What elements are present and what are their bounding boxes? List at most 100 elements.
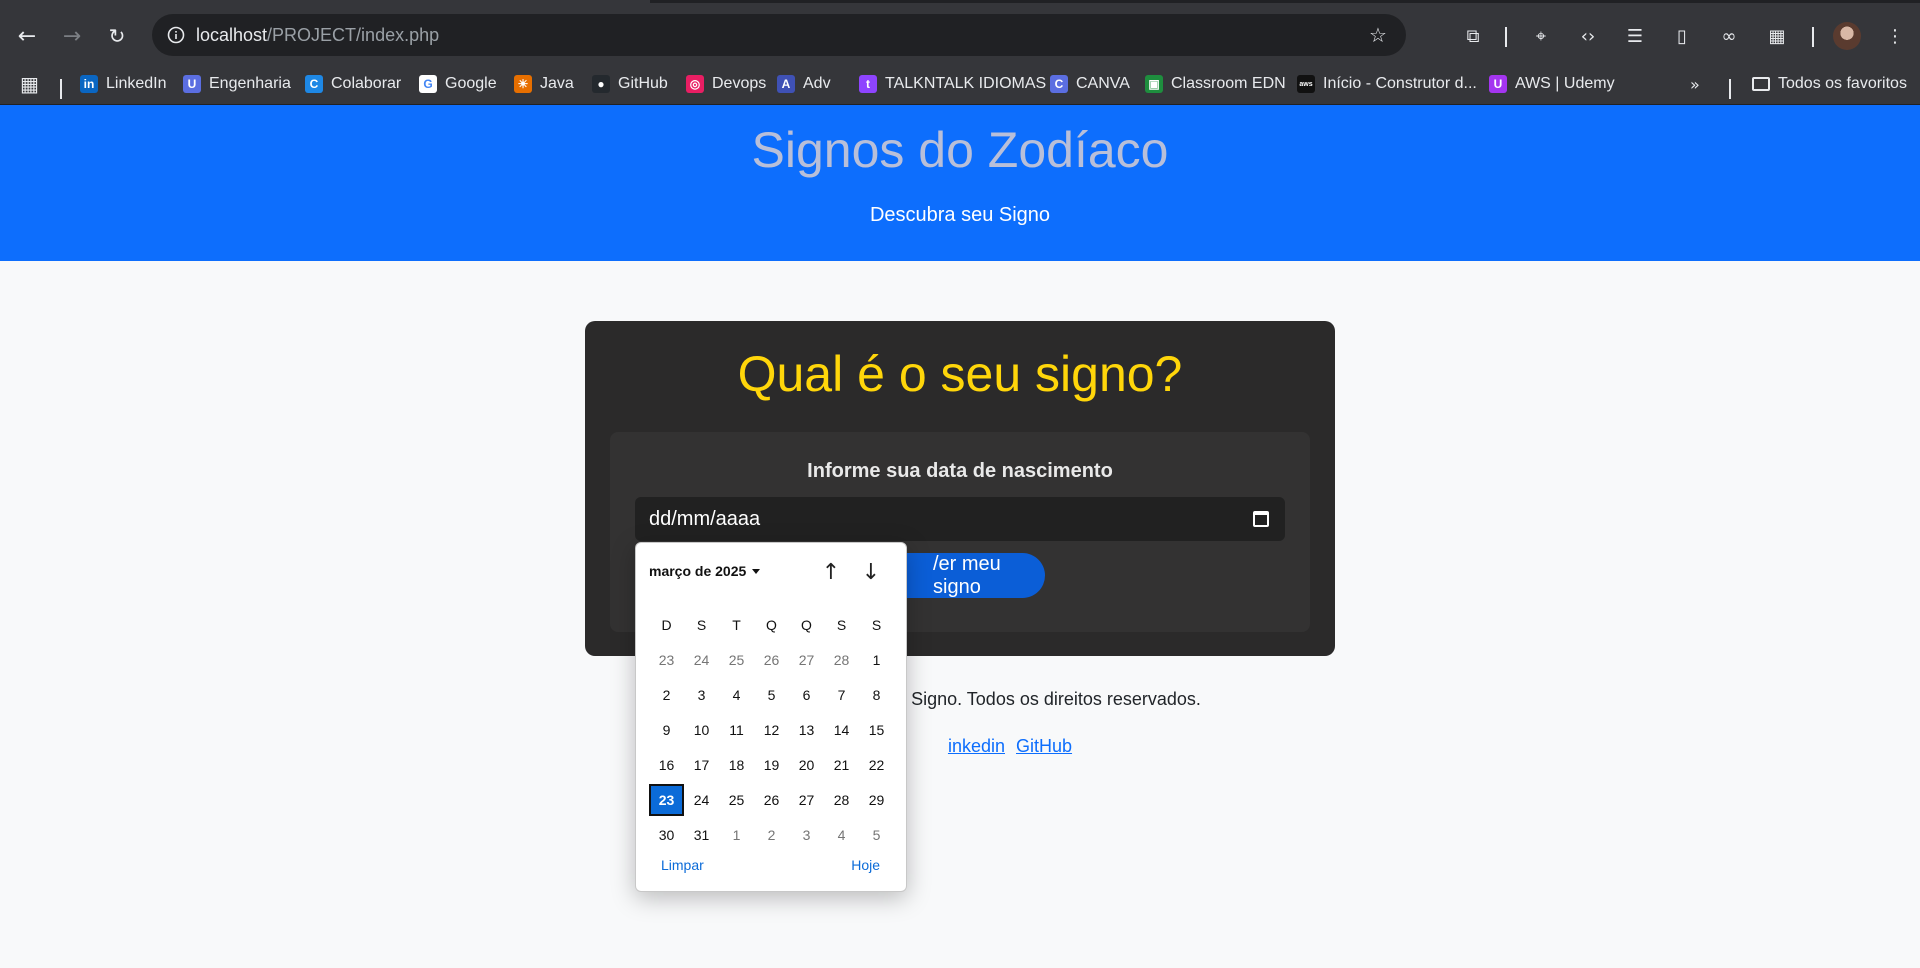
bookmark-item[interactable]: U Engenharia — [183, 71, 291, 97]
bookmark-label: AWS | Udemy — [1515, 75, 1615, 92]
calendar-day[interactable]: 30 — [649, 819, 684, 851]
toolbar-separator — [1505, 27, 1507, 47]
clear-button[interactable]: Limpar — [661, 857, 704, 873]
calendar-day[interactable]: 17 — [684, 749, 719, 781]
calendar-day[interactable]: 25 — [719, 644, 754, 676]
menu-kebab-icon[interactable]: ⋮ — [1880, 21, 1910, 51]
bookmark-item[interactable]: t TALKNTALK IDIOMAS — [859, 71, 1046, 97]
calendar-day[interactable]: 5 — [754, 679, 789, 711]
side-panel-icon[interactable]: ▦ — [1762, 21, 1792, 51]
calendar-day[interactable]: 14 — [824, 714, 859, 746]
bookmark-star-icon[interactable]: ☆ — [1364, 21, 1392, 49]
bookmark-label: TALKNTALK IDIOMAS — [885, 75, 1047, 92]
weekday-label: T — [732, 616, 741, 633]
calendar-day[interactable]: 26 — [754, 784, 789, 816]
extensions-icon[interactable]: ⧉ — [1458, 21, 1488, 51]
calendar-icon[interactable] — [1253, 511, 1269, 527]
calendar-day[interactable]: 31 — [684, 819, 719, 851]
reload-icon[interactable]: ↻ — [99, 18, 135, 54]
calendar-day[interactable]: 28 — [824, 644, 859, 676]
calendar-day[interactable]: 12 — [754, 714, 789, 746]
birthdate-label: Informe sua data de nascimento — [807, 460, 1113, 482]
next-month-arrow-down-icon[interactable]: ↓ — [856, 557, 886, 587]
bookmark-item[interactable]: U AWS | Udemy — [1489, 71, 1615, 97]
bookmark-item[interactable]: ● GitHub — [592, 71, 668, 97]
calendar-day[interactable]: 2 — [649, 679, 684, 711]
calendar-day[interactable]: 8 — [859, 679, 894, 711]
calendar-day[interactable]: 16 — [649, 749, 684, 781]
bookmark-favicon-icon: ● — [592, 75, 610, 93]
calendar-day[interactable]: 27 — [789, 644, 824, 676]
calendar-day[interactable]: 7 — [824, 679, 859, 711]
linkedin-link[interactable]: inkedin — [948, 736, 1005, 756]
bookmark-label: Classroom EDN — [1171, 75, 1286, 92]
calendar-day[interactable]: 24 — [684, 784, 719, 816]
bookmark-item[interactable]: A Adv — [777, 71, 831, 97]
link-icon[interactable]: ∞ — [1714, 21, 1744, 51]
location-pin-icon[interactable]: ⌖ — [1526, 21, 1556, 51]
calendar-day[interactable]: 25 — [719, 784, 754, 816]
calendar-day[interactable]: 19 — [754, 749, 789, 781]
calendar-day[interactable]: 27 — [789, 784, 824, 816]
bookmark-item[interactable]: in LinkedIn — [80, 71, 167, 97]
calendar-day[interactable]: 18 — [719, 749, 754, 781]
bookmark-item[interactable]: ◎ Devops — [686, 71, 766, 97]
bookmark-item[interactable]: aws Início - Construtor d... — [1297, 71, 1477, 97]
address-bar[interactable]: localhost/PROJECT/index.php ☆ — [152, 14, 1406, 56]
bookmark-item[interactable]: C Colaborar — [305, 71, 401, 97]
bookmark-item[interactable]: ▣ Classroom EDN — [1145, 71, 1286, 97]
all-bookmarks-folder[interactable]: Todos os favoritos — [1752, 71, 1907, 97]
calendar-day[interactable]: 21 — [824, 749, 859, 781]
bookmark-item[interactable]: G Google — [419, 71, 497, 97]
url-path: /PROJECT/index.php — [267, 25, 440, 45]
calendar-day[interactable]: 4 — [824, 819, 859, 851]
calendar-day[interactable]: 28 — [824, 784, 859, 816]
calendar-day[interactable]: 3 — [684, 679, 719, 711]
calendar-day[interactable]: 22 — [859, 749, 894, 781]
bookmark-label: LinkedIn — [106, 75, 167, 92]
bookmark-item[interactable]: C CANVA — [1050, 71, 1130, 97]
github-link[interactable]: GitHub — [1016, 736, 1072, 756]
calendar-day[interactable]: 4 — [719, 679, 754, 711]
calendar-day[interactable]: 13 — [789, 714, 824, 746]
bookmark-favicon-icon: in — [80, 75, 98, 93]
bookmark-item[interactable]: ☀ Java — [514, 71, 574, 97]
weekday-label: D — [661, 616, 672, 633]
calendar-day[interactable]: 20 — [789, 749, 824, 781]
weekday-label: S — [871, 616, 882, 633]
calendar-day[interactable]: 9 — [649, 714, 684, 746]
calendar-day[interactable]: 11 — [719, 714, 754, 746]
today-button[interactable]: Hoje — [851, 857, 880, 873]
bookmark-label: GitHub — [618, 75, 668, 92]
previous-month-arrow-up-icon[interactable]: ↑ — [816, 557, 846, 587]
calendar-day[interactable]: 5 — [859, 819, 894, 851]
forward-icon[interactable]: → — [54, 18, 90, 54]
bookmark-favicon-icon: U — [183, 75, 201, 93]
calendar-day[interactable]: 26 — [754, 644, 789, 676]
reader-mode-icon[interactable]: ▯ — [1667, 21, 1697, 51]
code-icon[interactable]: ‹› — [1573, 21, 1603, 51]
month-year-selector[interactable]: março de 2025 — [649, 563, 761, 579]
profile-avatar[interactable] — [1833, 22, 1861, 50]
reading-list-icon[interactable]: ☰ — [1620, 21, 1650, 51]
calendar-day[interactable]: 2 — [754, 819, 789, 851]
back-icon[interactable]: ← — [9, 18, 45, 54]
apps-grid-icon[interactable]: ▦ — [20, 71, 39, 97]
bookmark-favicon-icon: G — [419, 75, 437, 93]
more-bookmarks-icon[interactable]: » — [1690, 71, 1700, 97]
site-info-icon[interactable] — [162, 21, 190, 49]
calendar-day[interactable]: 1 — [859, 644, 894, 676]
calendar-day[interactable]: 1 — [719, 819, 754, 851]
bookmark-favicon-icon: ▣ — [1145, 75, 1163, 93]
caret-down-icon — [752, 568, 761, 574]
calendar-day[interactable]: 15 — [859, 714, 894, 746]
calendar-day[interactable]: 6 — [789, 679, 824, 711]
calendar-day[interactable]: 23 — [649, 644, 684, 676]
calendar-day[interactable]: 3 — [789, 819, 824, 851]
calendar-day-selected[interactable]: 23 — [649, 783, 684, 816]
birthdate-input[interactable]: dd/mm/aaaa — [635, 497, 1285, 541]
calendar-day[interactable]: 29 — [859, 784, 894, 816]
calendar-day[interactable]: 10 — [684, 714, 719, 746]
calendar-day[interactable]: 24 — [684, 644, 719, 676]
bookmark-favicon-icon: C — [1050, 75, 1068, 93]
